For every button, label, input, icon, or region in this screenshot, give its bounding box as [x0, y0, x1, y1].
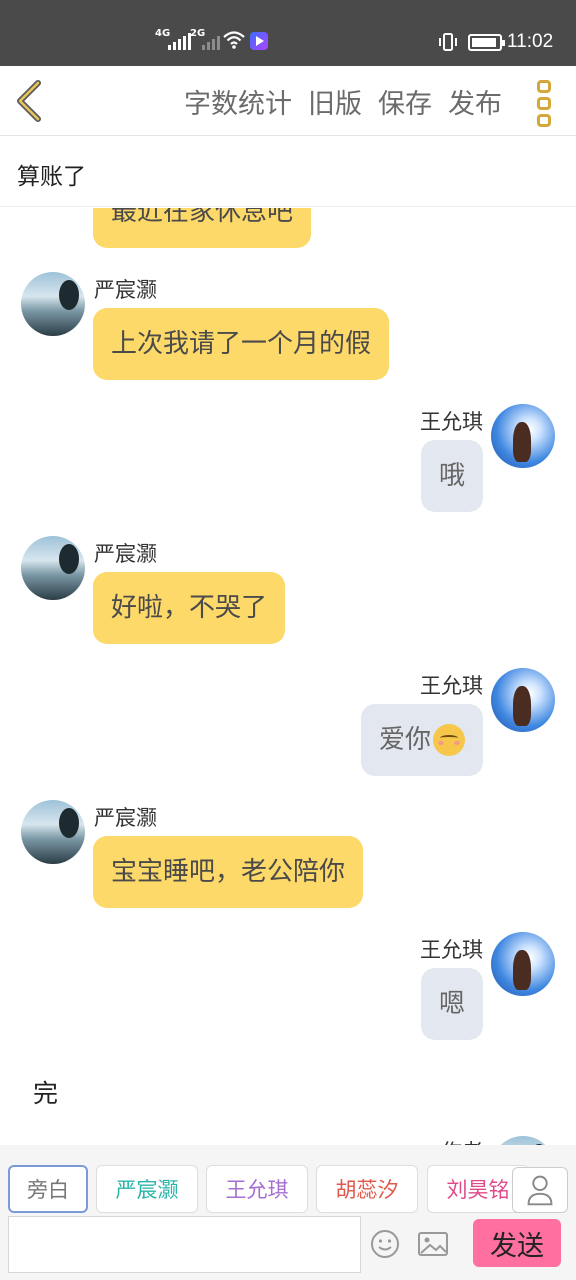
send-button[interactable]: 发送: [473, 1219, 561, 1267]
message-bubble-right: 哦: [420, 440, 483, 512]
user-icon[interactable]: [512, 1167, 568, 1213]
message-bubble-right: 嗯: [420, 968, 483, 1040]
kissing-face-emoji-icon: [433, 724, 465, 756]
battery-icon: [468, 34, 505, 51]
save-button[interactable]: 保存: [378, 82, 432, 121]
old-version-button[interactable]: 旧版: [308, 82, 362, 121]
top-toolbar: 字数统计 旧版 保存 发布: [0, 66, 576, 136]
message-text: 哦: [438, 461, 465, 491]
message-bubble-left: 宝宝睡吧，老公陪你: [93, 836, 364, 908]
avatar: [491, 932, 555, 996]
chat-area[interactable]: 最近在家休息吧 严宸灏 上次我请了一个月的假 王允琪 哦 严宸灏 好啦，不哭了 …: [0, 208, 576, 1145]
more-vertical-icon[interactable]: [534, 76, 554, 132]
role-selector-bar: 旁白 严宸灏 王允琪 胡蕊汐 刘昊铭: [0, 1145, 576, 1215]
signal-icon: [168, 30, 191, 50]
avatar: [491, 668, 555, 732]
chapter-title[interactable]: 算账了: [17, 157, 86, 191]
role-character-1[interactable]: 严宸灏: [96, 1165, 198, 1213]
message-text: 嗯: [438, 989, 465, 1019]
sender-name: 严宸灏: [94, 806, 157, 830]
toolbar-actions: 字数统计 旧版 保存 发布: [184, 82, 502, 121]
clock: 11:02: [507, 31, 554, 52]
signal-icon-2: [202, 30, 220, 50]
avatar: [21, 536, 85, 600]
role-narrator[interactable]: 旁白: [8, 1165, 88, 1213]
emoji-icon[interactable]: [370, 1229, 400, 1259]
message-text: 好啦，不哭了: [111, 593, 268, 623]
word-count-button[interactable]: 字数统计: [184, 82, 292, 121]
input-bar: 发送: [0, 1215, 576, 1280]
message-text: 上次我请了一个月的假: [111, 329, 372, 359]
message-input[interactable]: [8, 1216, 361, 1273]
vibrate-icon: [439, 33, 457, 51]
message-bubble-left: 好啦，不哭了: [93, 572, 286, 644]
sender-name: 王允琪: [420, 674, 483, 698]
chevron-left-icon[interactable]: [12, 79, 48, 123]
message-text: 宝宝睡吧，老公陪你: [111, 857, 346, 887]
publish-button[interactable]: 发布: [448, 82, 502, 121]
sender-name: 严宸灏: [94, 542, 157, 566]
sender-name: 严宸灏: [94, 278, 157, 302]
app-icon: [250, 32, 268, 50]
message-bubble-left: 最近在家休息吧: [93, 208, 312, 248]
image-icon[interactable]: [417, 1230, 449, 1258]
message-text: 爱你: [378, 725, 431, 755]
avatar: [21, 800, 85, 864]
role-character-3[interactable]: 胡蕊汐: [316, 1165, 418, 1213]
role-character-2[interactable]: 王允琪: [206, 1165, 308, 1213]
avatar: [21, 272, 85, 336]
avatar: [491, 1136, 555, 1145]
sender-name: 王允琪: [420, 410, 483, 434]
message-bubble-right: 爱你: [360, 704, 483, 776]
message-bubble-left: 上次我请了一个月的假: [93, 308, 390, 380]
status-bar: 4G 2G 11:02: [0, 0, 576, 66]
narration-text: 完: [33, 1079, 59, 1108]
sender-name: 王允琪: [420, 938, 483, 962]
title-bar: 算账了: [0, 137, 576, 207]
message-text: 最近在家休息吧: [111, 208, 294, 227]
wifi-icon: [223, 31, 245, 49]
sender-name: 作者: [441, 1136, 483, 1145]
avatar: [491, 404, 555, 468]
